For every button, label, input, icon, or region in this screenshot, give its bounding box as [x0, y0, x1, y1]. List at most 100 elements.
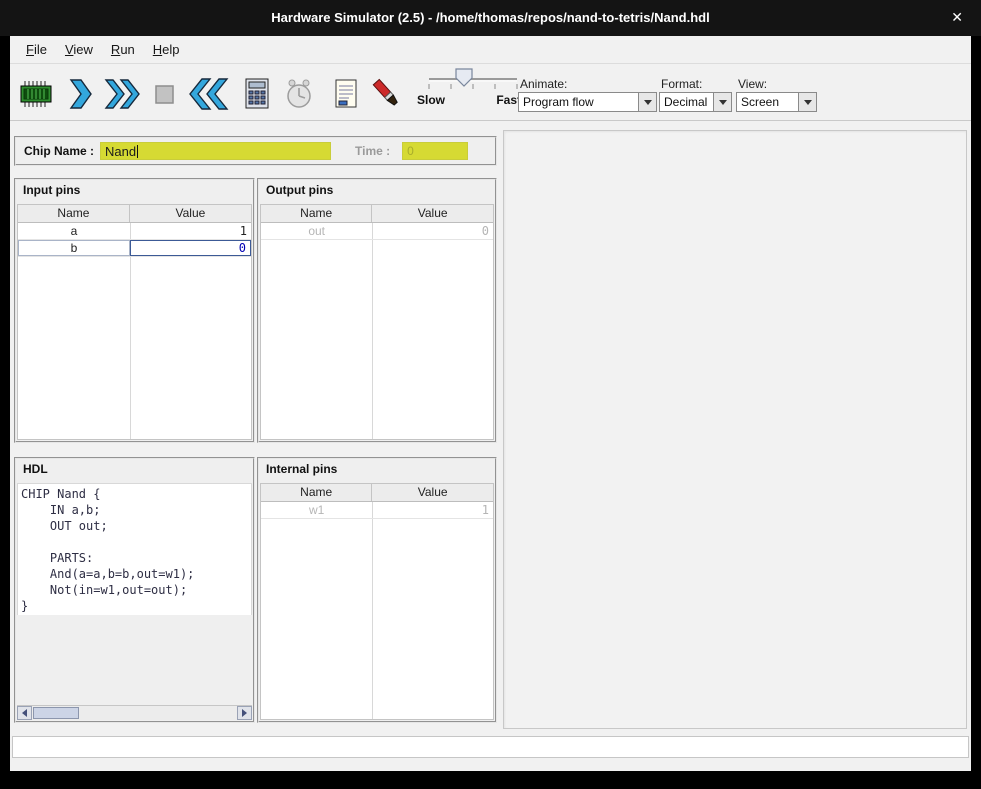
chip-name-input[interactable]: Nand: [100, 142, 331, 160]
scrollbar-thumb[interactable]: [33, 707, 79, 719]
column-header-name: Name: [18, 205, 130, 222]
output-pins-title: Output pins: [259, 180, 495, 202]
hdl-code-line: CHIP Nand {: [21, 486, 251, 502]
menu-file[interactable]: File: [17, 38, 56, 61]
output-pins-table: Name Value out 0: [260, 204, 494, 440]
toolbar: Slow Fast Animate: Program flow Format: …: [10, 65, 971, 121]
internal-pins-table: Name Value w1 1: [260, 483, 494, 720]
step-forward-icon: [64, 78, 96, 110]
titlebar: Hardware Simulator (2.5) - /home/thomas/…: [0, 0, 981, 36]
load-chip-button[interactable]: [16, 75, 56, 113]
window-title: Hardware Simulator (2.5) - /home/thomas/…: [0, 10, 981, 25]
pin-row-b: b 0: [18, 240, 251, 257]
menu-help-mnemonic: H: [153, 42, 162, 57]
slider-slow-label: Slow: [417, 93, 445, 107]
input-pins-panel: Input pins Name Value a 1 b 0: [14, 178, 255, 443]
chip-name-label: Chip Name :: [24, 144, 94, 158]
pin-value-cell: 0: [372, 223, 493, 239]
format-value: Decimal: [664, 95, 707, 109]
hdl-panel: HDL CHIP Nand { IN a,b; OUT out; PARTS: …: [14, 457, 255, 723]
time-display: 0: [402, 142, 468, 160]
column-divider: [372, 223, 373, 439]
speed-slider[interactable]: Slow Fast: [417, 65, 529, 117]
hdl-code-line: Not(in=w1,out=out);: [21, 582, 251, 598]
slider-thumb[interactable]: [456, 69, 472, 86]
internal-pins-panel: Internal pins Name Value w1 1: [257, 457, 497, 723]
animate-dropdown-button[interactable]: [638, 93, 656, 111]
menu-run[interactable]: Run: [102, 38, 144, 61]
column-header-value: Value: [130, 205, 251, 222]
hdl-code-line: OUT out;: [21, 518, 251, 534]
status-bar: [12, 736, 969, 758]
pin-value-editor[interactable]: 0: [130, 240, 251, 256]
column-header-value: Value: [372, 484, 493, 501]
brush-icon: [369, 77, 405, 111]
hdl-title: HDL: [16, 459, 253, 481]
reset-button[interactable]: [186, 75, 232, 113]
scroll-right-button[interactable]: [237, 706, 252, 720]
menu-bar: File View Run Help: [10, 36, 971, 64]
stop-icon: [148, 78, 180, 110]
column-header-name: Name: [261, 484, 372, 501]
view-label: View:: [738, 77, 767, 91]
hdl-horizontal-scrollbar[interactable]: [17, 705, 252, 720]
chevron-down-icon: [644, 100, 652, 105]
menu-view[interactable]: View: [56, 38, 102, 61]
input-pins-table: Name Value a 1 b 0: [17, 204, 252, 440]
chevron-down-icon: [719, 100, 727, 105]
stop-button[interactable]: [144, 75, 184, 113]
slider-track[interactable]: [423, 67, 523, 93]
output-pins-panel: Output pins Name Value out 0: [257, 178, 497, 443]
animate-label: Animate:: [520, 77, 567, 91]
script-button[interactable]: [326, 75, 366, 113]
animate-select[interactable]: Program flow: [518, 92, 657, 112]
document-icon: [331, 77, 361, 111]
menu-run-rest: un: [120, 42, 134, 57]
scroll-left-button[interactable]: [17, 706, 32, 720]
hdl-code-line: And(a=a,b=b,out=w1);: [21, 566, 251, 582]
output-pins-header: Name Value: [261, 205, 493, 223]
chip-name-value: Nand: [105, 144, 136, 159]
single-step-button[interactable]: [60, 75, 100, 113]
close-icon[interactable]: ✕: [951, 9, 963, 26]
pin-value-cell: 1: [372, 502, 493, 518]
format-dropdown-button[interactable]: [713, 93, 731, 111]
input-pins-header: Name Value: [18, 205, 251, 223]
hdl-code-line: IN a,b;: [21, 502, 251, 518]
hdl-code-line: PARTS:: [21, 550, 251, 566]
view-value: Screen: [741, 95, 779, 109]
column-header-value: Value: [372, 205, 493, 222]
menu-file-rest: ile: [34, 42, 47, 57]
clock-button[interactable]: [279, 75, 319, 113]
arrow-left-icon: [22, 709, 27, 717]
run-button[interactable]: [102, 75, 142, 113]
column-header-name: Name: [261, 205, 372, 222]
format-select[interactable]: Decimal: [659, 92, 732, 112]
pin-name: w1: [261, 502, 372, 518]
menu-file-mnemonic: F: [26, 42, 34, 57]
hdl-code-view: CHIP Nand { IN a,b; OUT out; PARTS: And(…: [17, 483, 252, 615]
hdl-code-line: [21, 534, 251, 550]
animate-value: Program flow: [523, 95, 594, 109]
fast-forward-icon: [103, 78, 141, 110]
menu-help[interactable]: Help: [144, 38, 189, 61]
internal-pins-header: Name Value: [261, 484, 493, 502]
clock-icon: [282, 77, 316, 111]
screen-view-area: [503, 130, 967, 729]
app-window: File View Run Help: [10, 36, 971, 771]
format-label: Format:: [661, 77, 702, 91]
menu-run-mnemonic: R: [111, 42, 120, 57]
menu-view-rest: iew: [73, 42, 93, 57]
eval-button[interactable]: [237, 75, 277, 113]
view-select[interactable]: Screen: [736, 92, 817, 112]
view-dropdown-button[interactable]: [798, 93, 816, 111]
rewind-icon: [188, 77, 230, 111]
chevron-down-icon: [804, 100, 812, 105]
hdl-code-line: }: [21, 598, 251, 614]
internal-pins-title: Internal pins: [259, 459, 495, 481]
text-caret: [137, 145, 138, 158]
pin-name: a: [18, 223, 130, 239]
pin-value-cell[interactable]: 1: [130, 223, 251, 239]
pin-name: out: [261, 223, 372, 239]
clear-button[interactable]: [367, 75, 407, 113]
